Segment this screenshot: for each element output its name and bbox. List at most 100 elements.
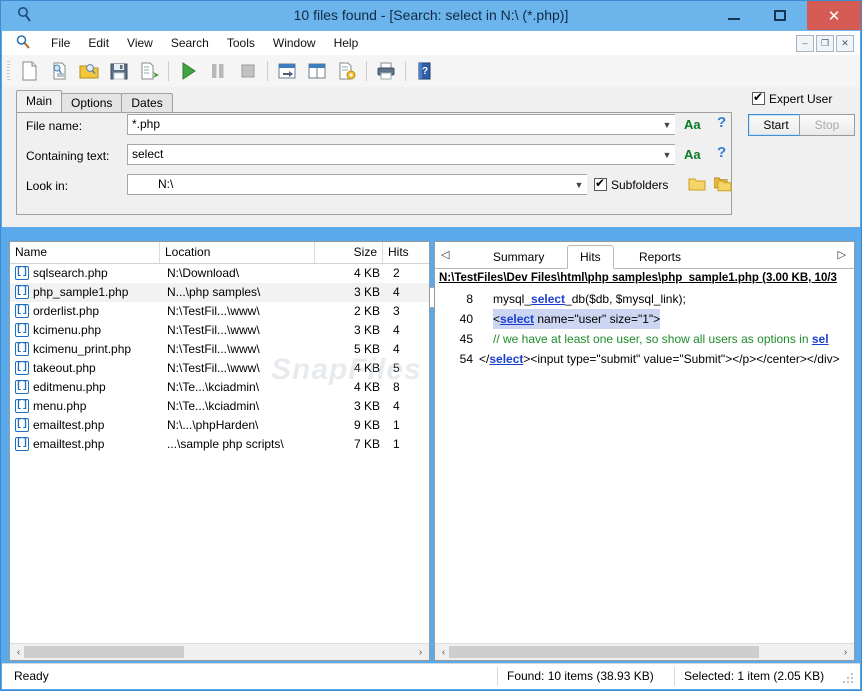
- containing-text-input[interactable]: select: [127, 144, 675, 165]
- expert-user-checkbox[interactable]: [752, 92, 765, 105]
- containing-case-sensitive-icon[interactable]: Aa: [684, 147, 701, 162]
- hit-line[interactable]: 8 mysql_select_db($db, $mysql_link);: [435, 289, 854, 309]
- table-row[interactable]: [] editmenu.php N:\Te...\kciadmin\ 4 KB …: [10, 378, 429, 397]
- table-row[interactable]: [] sqlsearch.php N:\Download\ 4 KB 2: [10, 264, 429, 283]
- menu-item-search[interactable]: Search: [162, 31, 218, 55]
- window-maximize-button[interactable]: [757, 1, 803, 30]
- expert-user-label: Expert User: [769, 92, 832, 106]
- lookin-label: Look in:: [26, 179, 68, 193]
- mdi-restore-button[interactable]: ❐: [816, 35, 834, 52]
- hit-line-number: 54: [447, 349, 473, 369]
- column-header-hits[interactable]: Hits: [383, 242, 429, 263]
- file-size: 2 KB: [320, 302, 380, 321]
- menu-item-edit[interactable]: Edit: [79, 31, 118, 55]
- menu-item-window[interactable]: Window: [264, 31, 325, 55]
- subfolders-label: Subfolders: [611, 178, 668, 192]
- table-row[interactable]: [] takeout.php N:\TestFil...\www\ 4 KB 5: [10, 359, 429, 378]
- file-name: sqlsearch.php: [33, 264, 108, 283]
- help-icon[interactable]: ?: [410, 56, 440, 86]
- table-row[interactable]: [] emailtest.php N:\...\phpHarden\ 9 KB …: [10, 416, 429, 435]
- preview-tabstrip: ◁ Summary Hits Reports ▷: [435, 242, 854, 269]
- file-size: 4 KB: [320, 378, 380, 397]
- table-row[interactable]: [] php_sample1.php N...\php samples\ 3 K…: [10, 283, 429, 302]
- lookin-dropdown-chevron-down-icon[interactable]: ▼: [571, 175, 587, 194]
- preview-horizontal-scrollbar[interactable]: ‹ ›: [435, 643, 854, 660]
- column-header-name[interactable]: Name: [10, 242, 160, 263]
- mdi-minimize-button[interactable]: –: [796, 35, 814, 52]
- containing-dropdown-chevron-down-icon[interactable]: ▼: [659, 145, 675, 164]
- table-row[interactable]: [] kcimenu_print.php N:\TestFil...\www\ …: [10, 340, 429, 359]
- stop-button[interactable]: Stop: [799, 114, 855, 136]
- tab-reports[interactable]: Reports: [627, 246, 693, 268]
- results-list-panel: Name Location Size Hits [] sqlsearch.php…: [9, 241, 430, 661]
- results-header-row: Name Location Size Hits: [10, 242, 429, 264]
- scroll-right-arrow-icon[interactable]: ›: [837, 644, 854, 660]
- file-name: takeout.php: [33, 359, 96, 378]
- containing-help-icon[interactable]: ?: [717, 144, 726, 161]
- file-size: 4 KB: [320, 359, 380, 378]
- scroll-right-arrow-icon[interactable]: ›: [412, 644, 429, 660]
- menu-item-view[interactable]: View: [118, 31, 162, 55]
- pause-search-icon[interactable]: [203, 56, 233, 86]
- search-panel: Main Options Dates File name: *.php ▼ Aa…: [2, 87, 860, 227]
- save-icon[interactable]: [104, 56, 134, 86]
- hit-line[interactable]: 40 <select name="user" size="1">: [435, 309, 854, 329]
- tab-main[interactable]: Main: [16, 90, 62, 113]
- document-properties-icon[interactable]: [44, 56, 74, 86]
- stop-search-icon[interactable]: [233, 56, 263, 86]
- table-row[interactable]: [] menu.php N:\Te...\kciadmin\ 3 KB 4: [10, 397, 429, 416]
- browse-folder-icon[interactable]: [688, 176, 706, 195]
- window-minimize-button[interactable]: [711, 1, 757, 30]
- column-header-size[interactable]: Size: [315, 242, 383, 263]
- subfolders-checkbox[interactable]: [594, 178, 607, 191]
- document-settings-icon[interactable]: [332, 56, 362, 86]
- tab-dates[interactable]: Dates: [121, 93, 172, 113]
- start-search-icon[interactable]: [173, 56, 203, 86]
- tab-scroll-right-icon[interactable]: ▷: [838, 248, 846, 261]
- start-button[interactable]: Start: [748, 114, 804, 136]
- hit-keyword: select: [489, 352, 523, 366]
- hit-keyword: sel: [812, 332, 829, 346]
- window-close-button[interactable]: ✕: [807, 1, 861, 30]
- split-view-icon[interactable]: [302, 56, 332, 86]
- export-icon[interactable]: [134, 56, 164, 86]
- file-location: N:\TestFil...\www\: [167, 321, 260, 340]
- filename-help-icon[interactable]: ?: [717, 114, 726, 131]
- print-icon[interactable]: [371, 56, 401, 86]
- filename-dropdown-chevron-down-icon[interactable]: ▼: [659, 115, 675, 134]
- tab-scroll-left-icon[interactable]: ◁: [441, 248, 449, 261]
- results-list-body: [] sqlsearch.php N:\Download\ 4 KB 2 [] …: [10, 264, 429, 638]
- scrollbar-thumb[interactable]: [449, 646, 759, 658]
- table-row[interactable]: [] emailtest.php ...\sample php scripts\…: [10, 435, 429, 454]
- menu-item-tools[interactable]: Tools: [218, 31, 264, 55]
- menu-item-file[interactable]: File: [42, 31, 79, 55]
- browse-multi-folder-icon[interactable]: [714, 176, 732, 195]
- filename-input[interactable]: *.php: [127, 114, 675, 135]
- hit-file-header: N:\TestFiles\Dev Files\html\php samples\…: [435, 270, 854, 287]
- file-name: php_sample1.php: [33, 283, 128, 302]
- column-header-location[interactable]: Location: [160, 242, 315, 263]
- menu-items: File Edit View Search Tools Window Help: [42, 31, 367, 55]
- tab-summary[interactable]: Summary: [481, 246, 556, 268]
- scrollbar-thumb[interactable]: [24, 646, 184, 658]
- lookin-input[interactable]: N:\: [127, 174, 587, 195]
- open-folder-icon[interactable]: [74, 56, 104, 86]
- hit-line-number: 8: [447, 289, 473, 309]
- tab-hits[interactable]: Hits: [567, 245, 614, 269]
- file-hits: 1: [393, 435, 400, 454]
- hit-line[interactable]: 54 </select><input type="submit" value="…: [435, 349, 854, 369]
- panel-layout-icon[interactable]: [272, 56, 302, 86]
- hit-line[interactable]: 45 // we have at least one user, so show…: [435, 329, 854, 349]
- toolbar-grip[interactable]: [7, 61, 10, 81]
- new-document-icon[interactable]: [14, 56, 44, 86]
- resize-grip-icon[interactable]: [843, 673, 855, 685]
- file-size: 3 KB: [320, 397, 380, 416]
- results-horizontal-scrollbar[interactable]: ‹ ›: [10, 643, 429, 660]
- table-row[interactable]: [] kcimenu.php N:\TestFil...\www\ 3 KB 4: [10, 321, 429, 340]
- menu-item-help[interactable]: Help: [325, 31, 368, 55]
- tab-options[interactable]: Options: [61, 93, 122, 113]
- mdi-close-button[interactable]: ✕: [836, 35, 854, 52]
- filename-case-sensitive-icon[interactable]: Aa: [684, 117, 701, 132]
- file-size: 3 KB: [320, 283, 380, 302]
- table-row[interactable]: [] orderlist.php N:\TestFil...\www\ 2 KB…: [10, 302, 429, 321]
